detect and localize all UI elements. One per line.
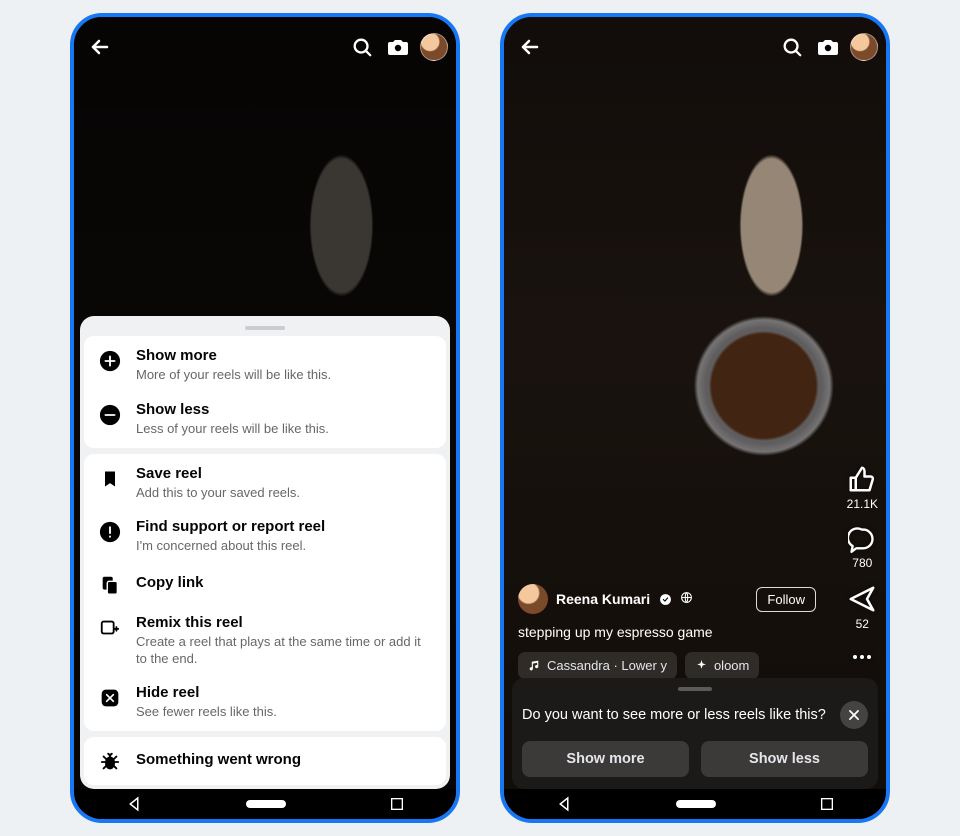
like-count: 21.1K	[847, 497, 878, 511]
remix-icon	[99, 617, 121, 639]
option-title: Save reel	[136, 465, 300, 483]
reel-caption: stepping up my espresso game	[518, 624, 816, 640]
music-note-icon	[528, 659, 541, 672]
option-title: Find support or report reel	[136, 518, 325, 536]
option-title: Show more	[136, 347, 331, 365]
sheet-drag-handle[interactable]	[678, 687, 712, 691]
options-bottom-sheet: Show more More of your reels will be lik…	[80, 316, 450, 789]
option-subtitle: See fewer reels like this.	[136, 704, 277, 720]
thumbs-up-icon	[847, 464, 877, 494]
author-avatar[interactable]	[518, 584, 548, 614]
phone-mock-left: Show more More of your reels will be lik…	[70, 13, 460, 823]
share-icon	[847, 584, 877, 614]
sheet-group-actions: Save reel Add this to your saved reels. …	[84, 454, 446, 731]
reel-side-actions: 21.1K 780 52	[847, 464, 878, 669]
android-nav-bar	[74, 789, 456, 819]
bug-icon	[99, 751, 121, 773]
show-more-button[interactable]: Show more	[522, 741, 689, 777]
feedback-question: Do you want to see more or less reels li…	[522, 707, 830, 723]
globe-icon	[680, 591, 693, 607]
option-subtitle: I'm concerned about this reel.	[136, 538, 325, 554]
feedback-prompt-sheet: Do you want to see more or less reels li…	[512, 678, 878, 789]
option-subtitle: Add this to your saved reels.	[136, 485, 300, 501]
search-button[interactable]	[344, 29, 380, 65]
minus-circle-icon	[99, 404, 121, 426]
sheet-group-problem: Something went wrong	[84, 737, 446, 785]
nav-home-icon[interactable]	[246, 800, 286, 808]
close-icon	[847, 708, 861, 722]
option-subtitle: Less of your reels will be like this.	[136, 421, 329, 437]
music-chip-label: Cassandra · Lower y	[547, 658, 667, 673]
option-title: Hide reel	[136, 684, 277, 702]
option-copy-link[interactable]: Copy link	[84, 565, 446, 608]
more-options-button[interactable]	[850, 645, 874, 669]
nav-back-icon[interactable]	[125, 795, 143, 813]
sheet-drag-handle[interactable]	[245, 326, 285, 330]
sparkle-icon	[695, 659, 708, 672]
search-icon	[781, 36, 803, 58]
phone-mock-right: 21.1K 780 52 Reena Kumari	[500, 13, 890, 823]
copy-icon	[99, 574, 121, 596]
follow-button[interactable]: Follow	[756, 587, 816, 612]
verified-badge-icon	[658, 592, 672, 606]
comment-button[interactable]: 780	[848, 525, 876, 570]
profile-avatar-button[interactable]	[420, 33, 448, 61]
music-chip[interactable]: Cassandra · Lower y	[518, 652, 677, 679]
top-bar	[74, 27, 456, 67]
comment-count: 780	[852, 556, 872, 570]
option-show-less[interactable]: Show less Less of your reels will be lik…	[84, 395, 446, 448]
option-show-more[interactable]: Show more More of your reels will be lik…	[84, 336, 446, 394]
share-count: 52	[856, 617, 869, 631]
plus-circle-icon	[99, 350, 121, 372]
show-less-button[interactable]: Show less	[701, 741, 868, 777]
option-title: Something went wrong	[136, 748, 301, 772]
option-title: Show less	[136, 401, 329, 419]
effect-chip-label: oloom	[714, 658, 749, 673]
comment-icon	[848, 525, 876, 553]
android-nav-bar	[504, 789, 886, 819]
close-button[interactable]	[840, 701, 868, 729]
effect-chip[interactable]: oloom	[685, 652, 759, 679]
back-button[interactable]	[82, 29, 118, 65]
option-subtitle: More of your reels will be like this.	[136, 367, 331, 383]
author-name[interactable]: Reena Kumari	[556, 591, 650, 607]
option-subtitle: Create a reel that plays at the same tim…	[136, 634, 432, 667]
nav-recents-icon[interactable]	[389, 796, 405, 812]
reel-meta: Reena Kumari Follow stepping up my espre…	[518, 584, 816, 679]
option-title: Remix this reel	[136, 614, 432, 632]
nav-back-icon[interactable]	[555, 795, 573, 813]
nav-home-icon[interactable]	[676, 800, 716, 808]
like-button[interactable]: 21.1K	[847, 464, 878, 511]
camera-icon	[816, 35, 840, 59]
search-button[interactable]	[774, 29, 810, 65]
search-icon	[351, 36, 373, 58]
x-square-icon	[100, 688, 120, 708]
alert-circle-icon	[99, 521, 121, 543]
option-something-wrong[interactable]: Something went wrong	[84, 737, 446, 785]
back-arrow-icon	[88, 35, 112, 59]
option-remix-reel[interactable]: Remix this reel Create a reel that plays…	[84, 608, 446, 678]
back-arrow-icon	[518, 35, 542, 59]
top-bar	[504, 27, 886, 67]
camera-button[interactable]	[380, 29, 416, 65]
profile-avatar-button[interactable]	[850, 33, 878, 61]
share-button[interactable]: 52	[847, 584, 877, 631]
option-title: Copy link	[136, 571, 204, 595]
nav-recents-icon[interactable]	[819, 796, 835, 812]
bookmark-icon	[100, 468, 120, 490]
camera-icon	[386, 35, 410, 59]
option-save-reel[interactable]: Save reel Add this to your saved reels.	[84, 454, 446, 512]
option-report-reel[interactable]: Find support or report reel I'm concerne…	[84, 512, 446, 565]
sheet-group-show: Show more More of your reels will be lik…	[84, 336, 446, 448]
more-dots-icon	[850, 645, 874, 669]
camera-button[interactable]	[810, 29, 846, 65]
option-hide-reel[interactable]: Hide reel See fewer reels like this.	[84, 678, 446, 731]
back-button[interactable]	[512, 29, 548, 65]
